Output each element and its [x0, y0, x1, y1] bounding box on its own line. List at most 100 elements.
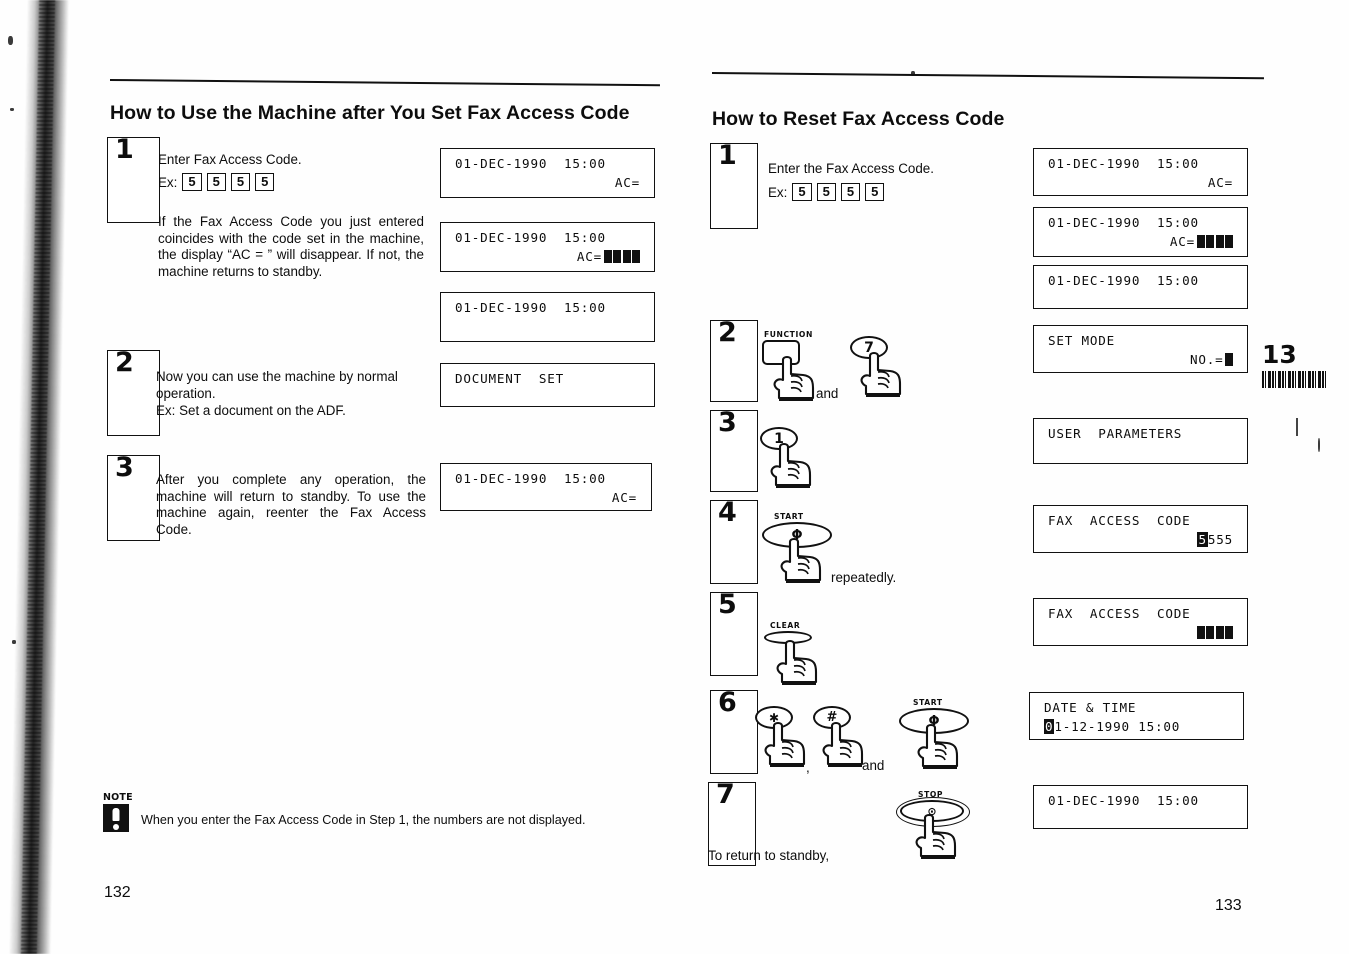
step-number-box: 5: [710, 589, 758, 676]
keypad-key-5[interactable]: 5: [792, 183, 812, 201]
key-label-start: START: [913, 698, 943, 707]
lcd-line-2: AC=: [1207, 175, 1233, 190]
step-1-text-line-1: Enter Fax Access Code.: [158, 152, 302, 167]
lcd-display: FAX ACCESS CODE 5555: [1033, 505, 1248, 553]
step-1-text-line-2: If the Fax Access Code you just entered …: [158, 214, 424, 279]
lcd-line-2: 01-12-1990 15:00: [1044, 719, 1181, 734]
exclamation-icon: [103, 804, 129, 832]
keypad-key-5[interactable]: 5: [840, 183, 861, 201]
lcd-mask-block: [1196, 235, 1205, 248]
lcd-display: DATE & TIME 01-12-1990 15:00: [1029, 692, 1244, 740]
keypad-key-5[interactable]: 5: [865, 183, 885, 201]
lcd-line-1: 01-DEC-1990 15:00: [455, 471, 606, 486]
header-rule-right: [711, 72, 1264, 80]
lcd-line-1: USER PARAMETERS: [1048, 426, 1183, 441]
lcd-line-2: [1048, 625, 1233, 640]
keypad-key-5[interactable]: 5: [206, 173, 226, 191]
step-1-text: Enter the Fax Access Code.: [768, 161, 934, 176]
page-right: How to Reset Fax Access Code 1 Enter the…: [690, 0, 1349, 954]
step-number-box: 4: [710, 497, 758, 584]
keypad-key-5[interactable]: 5: [182, 173, 202, 191]
lcd-line-1: 01-DEC-1990 15:00: [455, 230, 606, 245]
connector-and: and: [816, 386, 839, 401]
text-return-to-standby: To return to standby,: [708, 848, 830, 863]
chapter-barcode: [1262, 371, 1328, 388]
lcd-mask-block: [613, 250, 621, 263]
lcd-line-1: FAX ACCESS CODE: [1048, 606, 1191, 621]
text-repeatedly: repeatedly.: [831, 570, 897, 585]
chapter-number: 13: [1262, 340, 1297, 369]
page-title-right: How to Reset Fax Access Code: [712, 108, 1005, 130]
example-label: Ex:: [158, 174, 178, 190]
lcd-line-2: AC=: [614, 175, 640, 190]
note-text: When you enter the Fax Access Code in St…: [141, 813, 586, 827]
step-number-box: 6: [710, 687, 758, 774]
lcd-line-1: DOCUMENT SET: [455, 371, 564, 386]
step-number-box: 2: [107, 348, 160, 436]
lcd-cursor-char: 5: [1197, 532, 1208, 547]
lcd-display: 01-DEC-1990 15:00 AC=: [1033, 207, 1248, 257]
lcd-mask-block: [1206, 626, 1214, 639]
lcd-mask-block: [632, 250, 640, 263]
lcd-mask-block: [1215, 626, 1224, 639]
step-2-text-line-1: Now you can use the machine by normal op…: [156, 369, 398, 401]
separator-comma: ,: [806, 760, 810, 775]
lcd-display: 01-DEC-1990 15:00 AC=: [440, 222, 655, 272]
lcd-line-1: SET MODE: [1048, 333, 1116, 348]
keypad-key-5[interactable]: 5: [255, 173, 275, 191]
lcd-line-1: DATE & TIME: [1044, 700, 1137, 715]
header-rule-left: [109, 79, 660, 87]
step-number: 3: [718, 407, 737, 438]
step-number: 4: [718, 497, 737, 528]
lcd-line-2: NO.=: [1048, 352, 1233, 367]
step-number: 7: [716, 779, 735, 810]
pressing-hand-icon: [915, 813, 957, 860]
lcd-line-2: AC=: [1048, 234, 1233, 249]
keypad-key-5[interactable]: 5: [230, 173, 251, 191]
lcd-line-1: 01-DEC-1990 15:00: [1048, 156, 1199, 171]
lcd-display: FAX ACCESS CODE: [1033, 598, 1248, 646]
lcd-display: 01-DEC-1990 15:00: [440, 292, 655, 342]
step-number: 5: [718, 589, 737, 620]
pressing-hand-icon: [917, 723, 959, 770]
note-label: NOTE: [103, 792, 133, 803]
keypad-key-5[interactable]: 5: [816, 183, 836, 201]
lcd-line-2: 5555: [1197, 532, 1233, 547]
step-number: 6: [718, 687, 737, 718]
page-title-left: How to Use the Machine after You Set Fax…: [110, 102, 630, 124]
lcd-display: 01-DEC-1990 15:00 AC=: [440, 148, 655, 198]
example-label: Ex:: [768, 184, 788, 200]
lcd-line-1: 01-DEC-1990 15:00: [455, 156, 606, 171]
lcd-line-2: AC=: [455, 249, 640, 264]
step-number-box: 2: [710, 317, 758, 402]
page-number-right: 133: [1215, 897, 1242, 914]
lcd-cursor-char: 0: [1044, 719, 1055, 734]
lcd-line-1: 01-DEC-1990 15:00: [1048, 793, 1199, 808]
step-number: 2: [718, 317, 737, 348]
lcd-line-2: AC=: [611, 490, 637, 505]
lcd-mask-block: [1215, 235, 1224, 248]
lcd-display: 01-DEC-1990 15:00: [1033, 265, 1248, 309]
connector-and: and: [862, 758, 885, 773]
lcd-mask-block: [1196, 626, 1205, 639]
step-number-box: 1: [107, 135, 160, 223]
lcd-display: DOCUMENT SET: [440, 363, 655, 407]
page-left: How to Use the Machine after You Set Fax…: [0, 0, 690, 954]
lcd-mask-block: [1225, 626, 1233, 639]
step-number-box: 3: [710, 407, 758, 492]
step-1-example-keys: Ex: 5 5 5 5: [768, 183, 885, 201]
step-1-example-keys: Ex: 5 5 5 5: [158, 173, 275, 191]
lcd-mask-block: [622, 250, 631, 263]
lcd-line-1: 01-DEC-1990 15:00: [455, 300, 606, 315]
lcd-cursor-block: [1225, 353, 1233, 366]
key-label-function: FUNCTION: [764, 330, 813, 339]
step-number-box: 3: [107, 453, 160, 541]
lcd-display: 01-DEC-1990 15:00 AC=: [1033, 148, 1248, 196]
lcd-mask-block: [603, 250, 612, 263]
pressing-hand-icon: [780, 537, 822, 584]
lcd-display: 01-DEC-1990 15:00 AC=: [440, 463, 652, 511]
key-label-start: START: [774, 512, 804, 521]
step-3-text: After you complete any operation, the ma…: [156, 472, 426, 537]
chapter-tab: 13: [1262, 340, 1328, 388]
lcd-mask-block: [1225, 235, 1233, 248]
